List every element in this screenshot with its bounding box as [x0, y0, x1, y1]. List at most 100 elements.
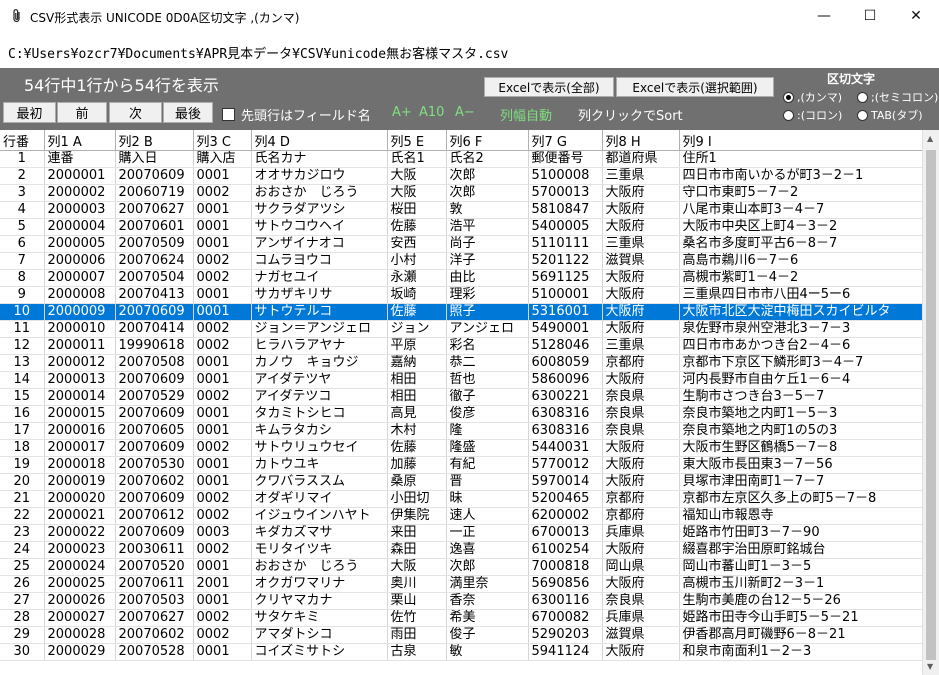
grid-cell[interactable]: 加藤	[387, 456, 447, 474]
grid-cell[interactable]: 照子	[446, 303, 529, 321]
table-row[interactable]: 9 2000008 20070413 0001 サカザキリサ 坂崎 理彩 5100001 大阪府…	[0, 286, 925, 304]
grid-cell[interactable]: 伊集院	[387, 507, 447, 525]
grid-cell[interactable]: 5700013	[528, 184, 603, 202]
grid-cell[interactable]: 佐竹	[387, 609, 447, 627]
grid-cell[interactable]: 泉佐野市泉州空港北3－7－3	[679, 320, 925, 338]
maximize-button[interactable]: ☐	[847, 0, 893, 32]
grid-cell[interactable]: 隆盛	[446, 439, 529, 457]
grid-cell[interactable]: 氏名1	[387, 150, 447, 168]
column-header[interactable]: 列3 C	[193, 130, 252, 151]
grid-cell[interactable]: 大阪市中央区上町4－3－2	[679, 218, 925, 236]
table-row[interactable]: 21 2000020 20070609 0002 オダギリマイ 小田切昧 5200465 京都…	[0, 490, 925, 508]
table-row[interactable]: 11 2000010 20070414 0002 ジョン＝アンジェロ ジョン アンジェロ 54…	[0, 320, 925, 338]
grid-cell[interactable]: 2000028	[44, 626, 116, 644]
column-header[interactable]: 列2 B	[115, 130, 194, 151]
grid-cell[interactable]: 京都市下京区下鱗形町3－4－7	[679, 354, 925, 372]
grid-cell[interactable]: 隆	[446, 422, 529, 440]
grid-cell[interactable]: 八尾市東山本町3－4－7	[679, 201, 925, 219]
row-number[interactable]: 26	[0, 575, 45, 593]
grid-cell[interactable]: 6700013	[528, 524, 603, 542]
grid-cell[interactable]: 0001	[193, 303, 252, 321]
grid-cell[interactable]: 5770012	[528, 456, 603, 474]
grid-cell[interactable]: 敏	[446, 643, 529, 661]
grid-cell[interactable]: カノウ キョウジ	[251, 354, 388, 372]
row-number[interactable]: 14	[0, 371, 45, 389]
excel-selected-button[interactable]: Excelで表示(選択範囲)	[616, 77, 774, 97]
grid-cell[interactable]: 5440031	[528, 439, 603, 457]
grid-cell[interactable]: おおさか じろう	[251, 184, 388, 202]
grid-cell[interactable]: 20070508	[115, 354, 194, 372]
grid-cell[interactable]: 2000005	[44, 235, 116, 253]
grid-cell[interactable]: 0002	[193, 269, 252, 287]
grid-cell[interactable]: 5810847	[528, 201, 603, 219]
table-row[interactable]: 20 2000019 20070602 0001 クワバラススム 桑原晋 5970014 大阪…	[0, 473, 925, 491]
grid-cell[interactable]: おおさか じろう	[251, 558, 388, 576]
grid-cell[interactable]: 2000018	[44, 456, 116, 474]
radio-semicolon[interactable]: ;(セミコロン)	[857, 89, 938, 105]
grid-cell[interactable]: 次郎	[446, 558, 529, 576]
grid-cell[interactable]: 兵庫県	[602, 524, 680, 542]
grid-cell[interactable]: 連番	[44, 150, 116, 168]
grid-cell[interactable]: 佐藤	[387, 439, 447, 457]
row-number[interactable]: 21	[0, 490, 45, 508]
grid-cell[interactable]: 岡山県	[602, 558, 680, 576]
radio-dot[interactable]	[783, 109, 794, 121]
grid-cell[interactable]: 俊子	[446, 626, 529, 644]
grid-cell[interactable]: 0003	[193, 524, 252, 542]
grid-cell[interactable]: 希美	[446, 609, 529, 627]
grid-cell[interactable]: 奥川	[387, 575, 447, 593]
grid-cell[interactable]: 2000011	[44, 337, 116, 355]
grid-cell[interactable]: 敦	[446, 201, 529, 219]
grid-cell[interactable]: 5316001	[528, 303, 603, 321]
grid-cell[interactable]: 2000006	[44, 252, 116, 270]
table-row[interactable]: 6 2000005 20070509 0001 アンザイナオコ 安西 尚子 5110111 三重…	[0, 235, 925, 253]
scroll-down-icon[interactable]: ▼	[927, 662, 933, 671]
checkbox-box[interactable]	[222, 108, 235, 121]
grid-cell[interactable]: 大阪府	[602, 575, 680, 593]
grid-cell[interactable]: 20070503	[115, 592, 194, 610]
close-button[interactable]: ✕	[893, 0, 939, 32]
grid-cell[interactable]: アイダテツヤ	[251, 371, 388, 389]
row-number[interactable]: 15	[0, 388, 45, 406]
row-number[interactable]: 12	[0, 337, 45, 355]
grid-cell[interactable]: 大阪市生野区鶴橋5－7－8	[679, 439, 925, 457]
grid-cell[interactable]: 岡山市蕃山町1－3－5	[679, 558, 925, 576]
row-number[interactable]: 28	[0, 609, 45, 627]
font-decrease-button[interactable]: A−	[455, 105, 475, 120]
grid-cell[interactable]: 0001	[193, 592, 252, 610]
grid-cell[interactable]: オクガワマリナ	[251, 575, 388, 593]
grid-cell[interactable]: 四日市市南いかるが町3－2－1	[679, 167, 925, 185]
grid-cell[interactable]: 20070609	[115, 490, 194, 508]
grid-cell[interactable]: 5690856	[528, 575, 603, 593]
grid-cell[interactable]: 大阪府	[602, 371, 680, 389]
grid-cell[interactable]: コイズミサトシ	[251, 643, 388, 661]
grid-cell[interactable]: 2000023	[44, 541, 116, 559]
table-row[interactable]: 26 2000025 20070611 2001 オクガワマリナ 奥川 満里奈 5690856…	[0, 575, 925, 593]
grid-cell[interactable]: 0002	[193, 626, 252, 644]
grid-cell[interactable]: 20060719	[115, 184, 194, 202]
grid-cell[interactable]: 安西	[387, 235, 447, 253]
grid-cell[interactable]: 5200465	[528, 490, 603, 508]
grid-cell[interactable]: コムラヨウコ	[251, 252, 388, 270]
grid-cell[interactable]: 0001	[193, 354, 252, 372]
grid-cell[interactable]: 2000002	[44, 184, 116, 202]
grid-cell[interactable]: 四日市市あかつき台2－4－6	[679, 337, 925, 355]
grid-cell[interactable]: 理彩	[446, 286, 529, 304]
grid-cell[interactable]: 森田	[387, 541, 447, 559]
row-number[interactable]: 18	[0, 439, 45, 457]
grid-cell[interactable]: 相田	[387, 388, 447, 406]
grid-cell[interactable]: クリヤマカナ	[251, 592, 388, 610]
grid-cell[interactable]: 20070609	[115, 303, 194, 321]
data-grid[interactable]: 行番 列1 A 列2 B 列3 C 列4 D 列5 E 列6 F 列7 G 列8 H 列9 I 1…	[0, 130, 939, 675]
grid-cell[interactable]: 滋賀県	[602, 626, 680, 644]
grid-cell[interactable]: アマダトシコ	[251, 626, 388, 644]
column-header[interactable]: 列9 I	[679, 130, 925, 151]
grid-cell[interactable]: 0001	[193, 456, 252, 474]
grid-cell[interactable]: 5100001	[528, 286, 603, 304]
grid-cell[interactable]: 大阪府	[602, 643, 680, 661]
grid-cell[interactable]: ナガセユイ	[251, 269, 388, 287]
grid-cell[interactable]: クワバラススム	[251, 473, 388, 491]
grid-cell[interactable]: 大阪府	[602, 541, 680, 559]
grid-cell[interactable]: サクラダアツシ	[251, 201, 388, 219]
grid-cell[interactable]: 綴喜郡宇治田原町銘城台	[679, 541, 925, 559]
